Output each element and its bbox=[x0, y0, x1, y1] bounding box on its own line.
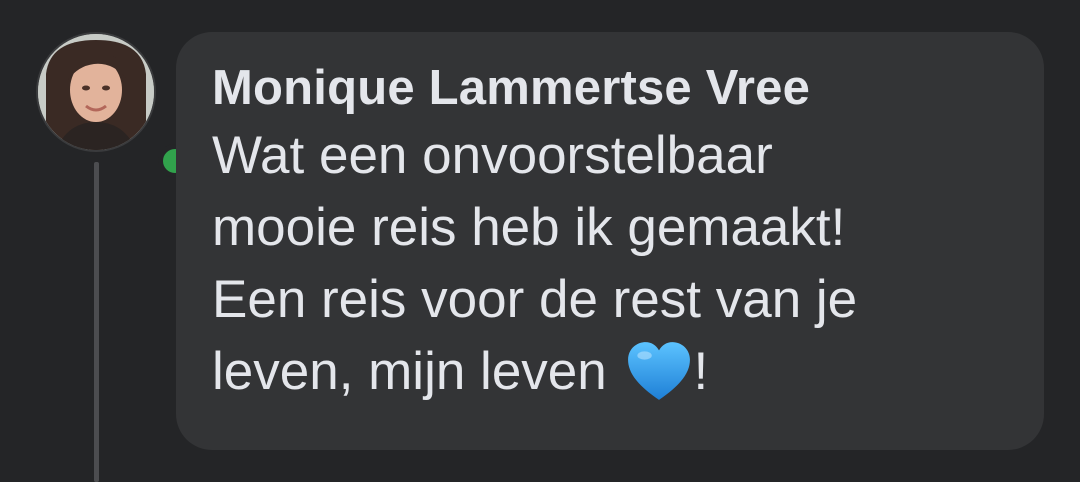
comment-author-name[interactable]: Monique Lammertse Vree bbox=[212, 58, 1014, 118]
comment-text: Wat een onvoorstelbaar mooie reis heb ik… bbox=[212, 120, 1014, 408]
comment-text-fragment: leven, mijn leven bbox=[212, 342, 607, 401]
comment-text-line: Wat een onvoorstelbaar bbox=[212, 126, 773, 185]
blue-heart-icon bbox=[627, 342, 690, 400]
comment-text-line: Een reis voor de rest van je bbox=[212, 270, 858, 329]
comment-text-end: ! bbox=[693, 342, 709, 401]
avatar[interactable] bbox=[36, 32, 192, 178]
profile-photo bbox=[36, 32, 156, 152]
comment-text-line: mooie reis heb ik gemaakt! bbox=[212, 198, 846, 257]
comment-bubble[interactable]: Monique Lammertse Vree Wat een onvoorste… bbox=[176, 32, 1044, 450]
comment-text-line-last: leven, mijn leven ! bbox=[212, 336, 1014, 408]
thread-line bbox=[94, 162, 99, 482]
